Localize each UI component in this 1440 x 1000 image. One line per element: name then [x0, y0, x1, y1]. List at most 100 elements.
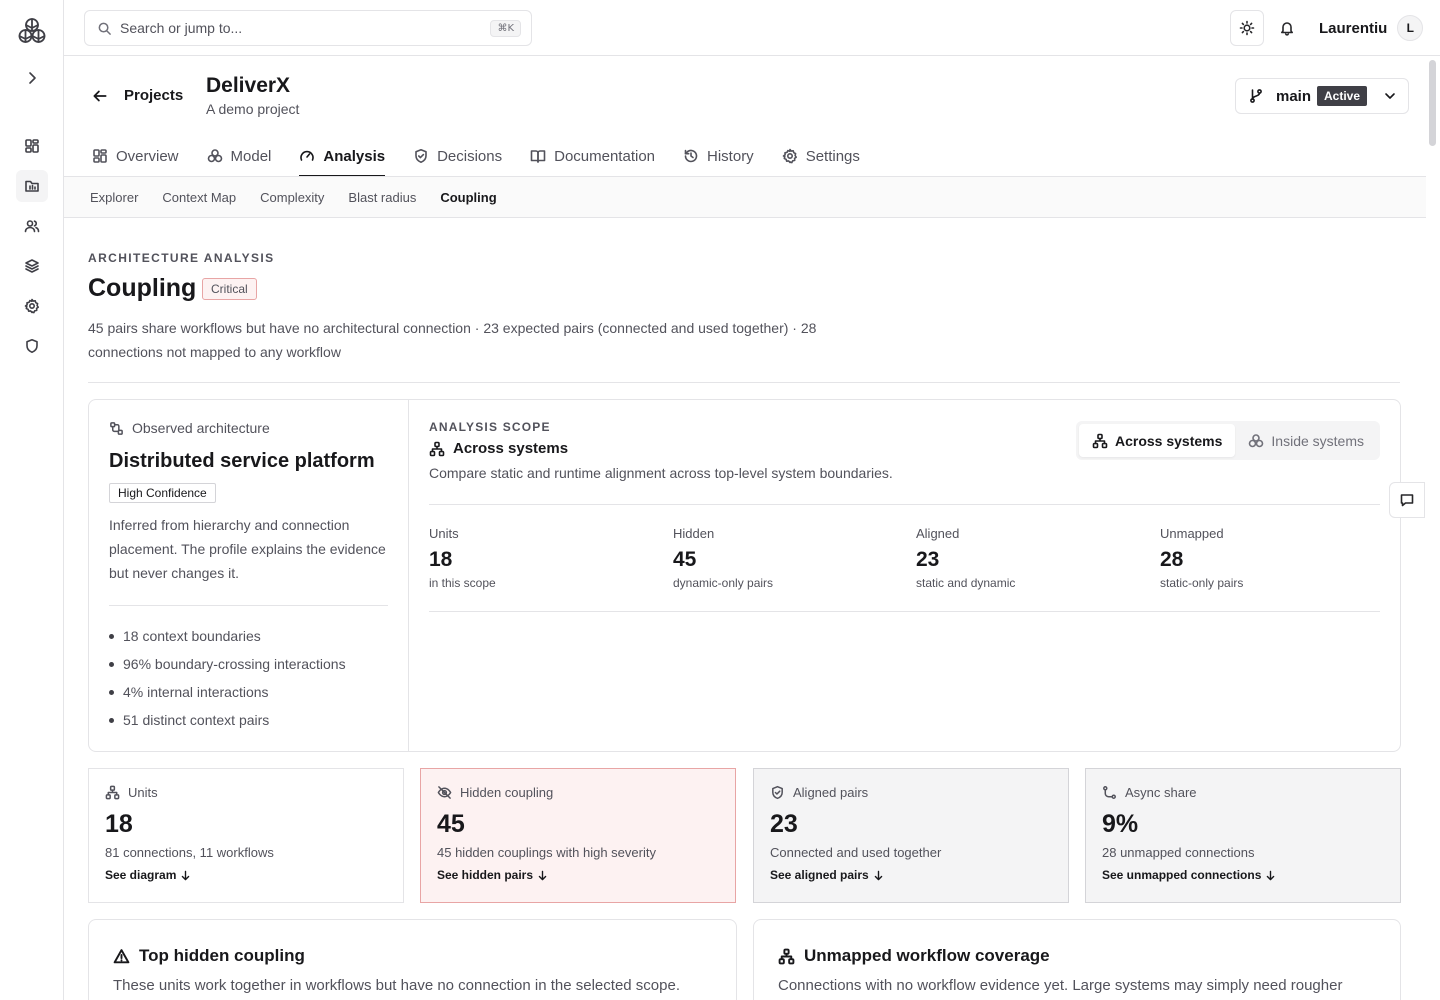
toggle-inside-systems[interactable]: Inside systems	[1235, 424, 1377, 457]
users-icon[interactable]	[16, 210, 48, 242]
stat-value: 23	[916, 548, 940, 571]
card-sub: Connected and used together	[770, 845, 942, 860]
list-item: 96% boundary-crossing interactions	[109, 650, 388, 678]
book-icon	[530, 148, 546, 164]
eye-off-icon	[437, 785, 452, 800]
architecture-panel: Observed architecture Distributed servic…	[88, 399, 1401, 752]
sun-icon[interactable]	[1230, 10, 1264, 46]
stat-label: Aligned	[916, 526, 960, 541]
subtab-complexity[interactable]: Complexity	[260, 190, 324, 205]
link-label: See hidden pairs	[437, 868, 534, 882]
card-hidden-coupling: Hidden coupling 45 45 hidden couplings w…	[420, 768, 736, 903]
dashboard-icon[interactable]	[16, 130, 48, 162]
subtab-blast-radius[interactable]: Blast radius	[348, 190, 416, 205]
card-value: 18	[105, 810, 133, 838]
stat-sub: static and dynamic	[916, 576, 1016, 590]
tab-analysis[interactable]: Analysis	[299, 136, 386, 177]
architecture-divider	[109, 605, 388, 606]
project-title: DeliverX	[206, 74, 291, 97]
git-branch-icon	[1248, 88, 1264, 104]
section-eyebrow: ARCHITECTURE ANALYSIS	[88, 251, 275, 265]
list-item: 4% internal interactions	[109, 678, 388, 706]
see-hidden-pairs-link[interactable]: See hidden pairs	[437, 868, 719, 882]
app-logo-icon[interactable]	[16, 16, 48, 48]
warning-triangle-icon	[113, 948, 130, 965]
shield-icon[interactable]	[16, 330, 48, 362]
tab-settings[interactable]: Settings	[782, 136, 860, 176]
scrollbar[interactable]	[1426, 56, 1440, 1000]
architecture-title: Distributed service platform	[109, 450, 375, 472]
observed-architecture: Observed architecture Distributed servic…	[89, 400, 409, 751]
stat-label: Hidden	[673, 526, 715, 541]
card-async-share: Async share 9% 28 unmapped connections S…	[1085, 768, 1401, 903]
branch-selector[interactable]: main Active	[1235, 78, 1409, 114]
list-item: 51 distinct context pairs	[109, 706, 388, 734]
card-value: 9%	[1102, 810, 1139, 838]
stats-divider-top	[429, 504, 1380, 505]
arrow-down-icon	[873, 870, 884, 881]
arrow-down-icon	[537, 870, 548, 881]
card-sub: 81 connections, 11 workflows	[105, 845, 274, 860]
tab-label: Overview	[116, 147, 179, 165]
architecture-description: Inferred from hierarchy and connection p…	[109, 517, 386, 581]
toggle-across-systems[interactable]: Across systems	[1079, 424, 1236, 457]
projects-folder-icon[interactable]	[16, 170, 48, 202]
search-placeholder: Search or jump to...	[120, 20, 243, 36]
stat-value: 28	[1160, 548, 1184, 571]
hierarchy-icon	[429, 441, 445, 457]
tab-label: Model	[230, 147, 272, 165]
layers-icon[interactable]	[16, 250, 48, 282]
stat-label: Units	[429, 526, 459, 541]
stat-units: Units 18 in this scope	[429, 526, 496, 590]
panel-title: Top hidden coupling	[139, 946, 305, 965]
tab-label: Documentation	[554, 147, 656, 165]
chevron-right-icon[interactable]	[22, 68, 42, 88]
toggle-label: Inside systems	[1271, 432, 1364, 449]
back-to-projects-link[interactable]: Projects	[124, 87, 183, 104]
tab-decisions[interactable]: Decisions	[413, 136, 502, 176]
panel-description: These units work together in workflows b…	[113, 977, 680, 994]
subtab-context-map[interactable]: Context Map	[162, 190, 236, 205]
toggle-label: Across systems	[1115, 432, 1223, 449]
status-badge: Active	[1317, 86, 1368, 106]
hierarchy-icon	[778, 948, 795, 965]
observed-label: Observed architecture	[132, 420, 270, 436]
user-menu[interactable]: Laurentiu L	[1319, 14, 1424, 42]
gear-icon[interactable]	[16, 290, 48, 322]
search-input[interactable]: Search or jump to... ⌘K	[84, 10, 532, 46]
link-label: See diagram	[105, 868, 177, 882]
user-name: Laurentiu	[1319, 19, 1388, 37]
shield-check-icon	[413, 148, 429, 164]
see-aligned-pairs-link[interactable]: See aligned pairs	[770, 868, 1052, 882]
gauge-icon	[299, 148, 315, 164]
route-icon	[1102, 785, 1117, 800]
project-tabs: Overview Model Analysis Decisions Docume…	[92, 136, 860, 177]
card-label: Async share	[1125, 785, 1197, 800]
see-diagram-link[interactable]: See diagram	[105, 868, 387, 882]
stat-label: Unmapped	[1160, 526, 1224, 541]
scope-title: Across systems	[453, 440, 569, 457]
tab-overview[interactable]: Overview	[92, 136, 179, 176]
bell-icon[interactable]	[1270, 10, 1304, 46]
tab-model[interactable]: Model	[207, 136, 272, 176]
list-item: 18 context boundaries	[109, 622, 388, 650]
feedback-chat-icon[interactable]	[1389, 482, 1425, 518]
subtab-explorer[interactable]: Explorer	[90, 190, 138, 205]
tab-label: Analysis	[323, 147, 386, 165]
subtab-coupling[interactable]: Coupling	[440, 190, 496, 205]
arrow-left-icon[interactable]	[90, 86, 110, 106]
left-rail	[0, 0, 64, 1000]
tab-documentation[interactable]: Documentation	[530, 136, 655, 176]
project-subtitle: A demo project	[206, 101, 300, 117]
tab-label: History	[707, 147, 754, 165]
history-icon	[683, 148, 699, 164]
top-hidden-coupling-panel: Top hidden coupling These units work tog…	[88, 919, 737, 1000]
boxes-icon	[1248, 433, 1264, 449]
gear-icon	[782, 148, 798, 164]
panel-title: Unmapped workflow coverage	[804, 946, 1050, 965]
avatar: L	[1397, 15, 1424, 41]
tab-history[interactable]: History	[683, 136, 754, 176]
tab-label: Decisions	[437, 147, 503, 165]
see-unmapped-connections-link[interactable]: See unmapped connections	[1102, 868, 1384, 882]
scrollbar-thumb[interactable]	[1429, 60, 1436, 146]
